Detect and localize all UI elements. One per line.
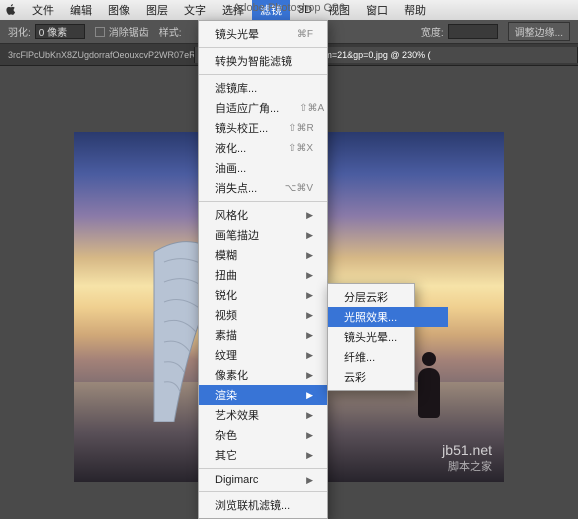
width-input[interactable] [448, 24, 498, 39]
filter-browse-online[interactable]: 浏览联机滤镜... [199, 495, 327, 515]
filter-submenu-item[interactable]: 杂色▶ [199, 425, 327, 445]
filter-item[interactable]: 自适应广角...⇧⌘A [199, 98, 327, 118]
menu-window[interactable]: 窗口 [358, 0, 396, 20]
render-item[interactable]: 镜头光晕... [328, 327, 448, 347]
render-item[interactable]: 纤维... [328, 347, 448, 367]
filter-submenu-item[interactable]: 素描▶ [199, 325, 327, 345]
antialias-checkbox[interactable] [95, 27, 105, 37]
menu-type[interactable]: 文字 [176, 0, 214, 20]
menu-help[interactable]: 帮助 [396, 0, 434, 20]
filter-last[interactable]: 镜头光晕⌘F [199, 24, 327, 44]
filter-submenu-item[interactable]: 模糊▶ [199, 245, 327, 265]
filter-submenu-item[interactable]: 画笔描边▶ [199, 225, 327, 245]
render-submenu: 分层云彩光照效果...镜头光晕...纤维...云彩 [327, 283, 415, 391]
app-title: Adobe Photoshop CS6 [233, 2, 345, 14]
menu-image[interactable]: 图像 [100, 0, 138, 20]
style-label: 样式: [159, 24, 182, 39]
menu-edit[interactable]: 编辑 [62, 0, 100, 20]
menubar: 文件 编辑 图像 图层 文字 选择 滤镜 3D 视图 窗口 帮助 Adobe P… [0, 0, 578, 20]
filter-submenu-item[interactable]: 风格化▶ [199, 205, 327, 225]
filter-smart[interactable]: 转换为智能滤镜 [199, 51, 327, 71]
filter-submenu-item[interactable]: 其它▶ [199, 445, 327, 465]
menu-file[interactable]: 文件 [24, 0, 62, 20]
feather-input[interactable] [35, 24, 85, 39]
filter-item[interactable]: 油画... [199, 158, 327, 178]
filter-item[interactable]: 液化...⇧⌘X [199, 138, 327, 158]
filter-submenu-item[interactable]: 纹理▶ [199, 345, 327, 365]
width-label: 宽度: [421, 24, 444, 39]
filter-item[interactable]: 滤镜库... [199, 78, 327, 98]
filter-submenu-item[interactable]: 扭曲▶ [199, 265, 327, 285]
filter-menu: 镜头光晕⌘F 转换为智能滤镜 滤镜库...自适应广角...⇧⌘A镜头校正...⇧… [198, 20, 328, 519]
filter-submenu-item[interactable]: 视频▶ [199, 305, 327, 325]
apple-icon [4, 3, 18, 17]
antialias-label: 消除锯齿 [109, 24, 149, 39]
watermark-url: jb51.net [442, 442, 492, 458]
filter-submenu-item[interactable]: 锐化▶ [199, 285, 327, 305]
feather-label: 羽化: [8, 24, 31, 39]
filter-submenu-item[interactable]: 像素化▶ [199, 365, 327, 385]
filter-digimarc[interactable]: Digimarc▶ [199, 472, 327, 488]
watermark-text: 脚本之家 [442, 458, 492, 474]
render-item[interactable]: 光照效果... [328, 307, 448, 327]
filter-submenu-item[interactable]: 渲染▶ [199, 385, 327, 405]
menu-layer[interactable]: 图层 [138, 0, 176, 20]
filter-item[interactable]: 镜头校正...⇧⌘R [199, 118, 327, 138]
filter-submenu-item[interactable]: 艺术效果▶ [199, 405, 327, 425]
document-tab[interactable]: 3rcFlPcUbKnX8ZUgdorrafOeouxcvP2WR07eRxtA… [0, 47, 195, 63]
render-item[interactable]: 云彩 [328, 367, 448, 387]
watermark: jb51.net 脚本之家 [442, 442, 492, 474]
render-item[interactable]: 分层云彩 [328, 287, 448, 307]
refine-edge-button[interactable]: 调整边缘... [508, 22, 570, 41]
filter-item[interactable]: 消失点...⌥⌘V [199, 178, 327, 198]
